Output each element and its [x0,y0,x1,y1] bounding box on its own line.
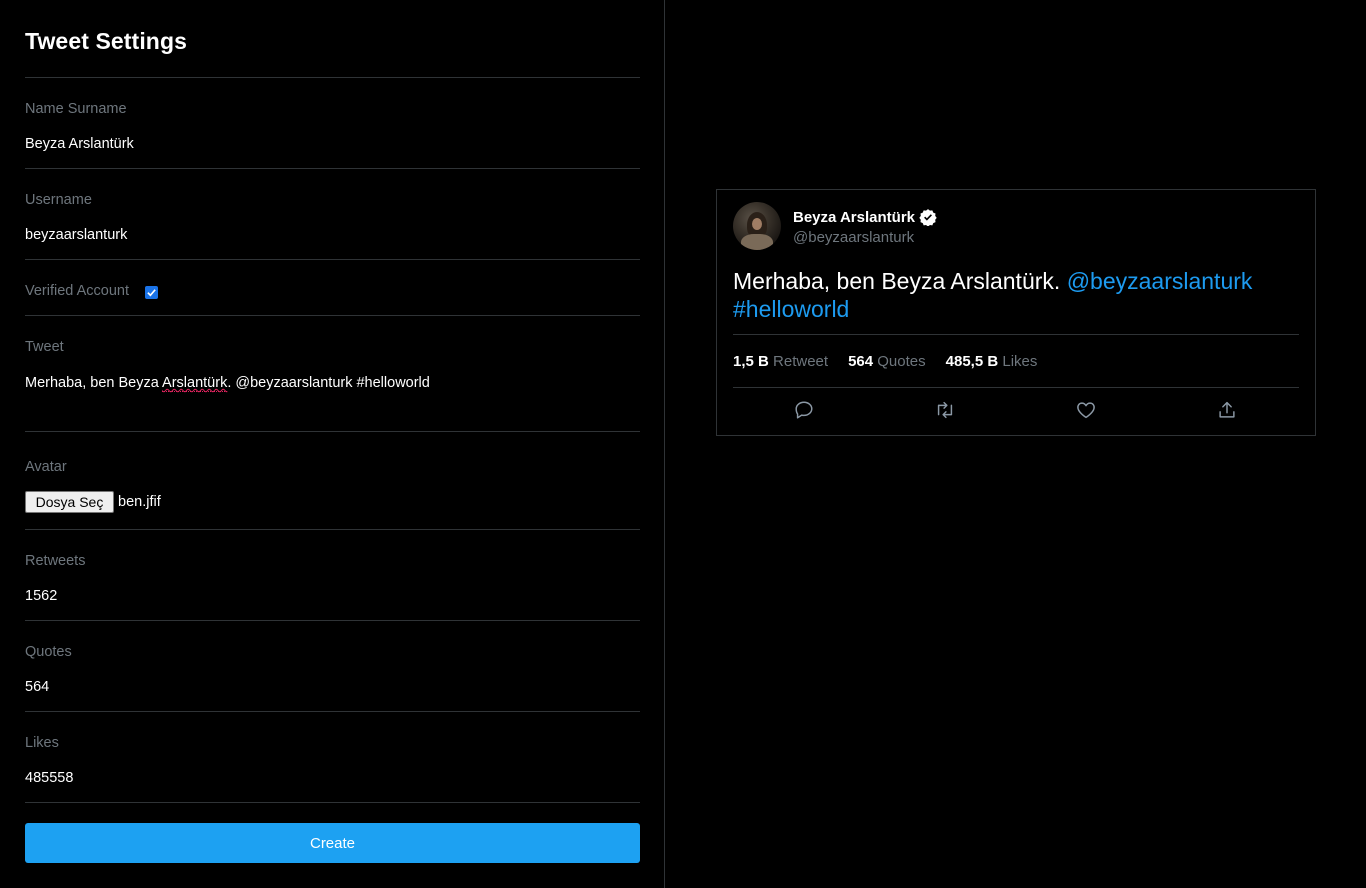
tweet-text: Merhaba, ben Beyza Arslantürk. @beyzaars… [733,267,1293,323]
retweet-button[interactable] [934,399,958,423]
choose-file-button[interactable]: Dosya Seç [25,491,114,513]
likes-count: 485,5 B [945,353,999,370]
divider [25,315,640,316]
divider [25,168,640,169]
username-input[interactable]: beyzaarslanturk [25,227,127,243]
divider [733,334,1299,335]
avatar-body [741,234,773,250]
divider [733,387,1299,388]
retweet-count: 1,5 B [733,353,769,370]
tweet-stats: 1,5 B Retweet 564 Quotes 485,5 B Likes [733,353,1057,370]
reply-button[interactable] [793,399,817,423]
heart-icon [1077,402,1095,419]
hashtag-link[interactable]: #helloworld [733,296,849,322]
share-button[interactable] [1216,399,1240,423]
quotes-input[interactable]: 564 [25,679,49,695]
divider [25,259,640,260]
settings-title: Tweet Settings [25,28,187,54]
verified-account-label: Verified Account [25,283,129,299]
divider [25,620,640,621]
quotes-label: Quotes [25,644,72,660]
divider [25,77,640,78]
retweet-icon [937,401,953,419]
likes-input[interactable]: 485558 [25,770,73,786]
divider [25,431,640,432]
name-surname-input[interactable]: Beyza Arslantürk [25,136,134,152]
retweets-input[interactable]: 1562 [25,588,57,604]
tweet-preview-card: Beyza Arslantürk @beyzaarslanturk Merhab… [716,189,1316,436]
tweet-text-plain: Merhaba, ben Beyza Arslantürk. [733,268,1067,294]
create-button[interactable]: Create [25,823,640,863]
username-label: Username [25,192,92,208]
avatar [733,202,781,250]
tweet-author-name: Beyza Arslantürk [793,208,937,226]
verified-badge-icon [919,209,937,226]
quotes-stat[interactable]: 564 Quotes [848,353,926,370]
verified-account-checkbox[interactable] [145,286,158,299]
share-icon [1219,401,1235,418]
retweet-stat-label: Retweet [773,353,829,370]
tweet-label: Tweet [25,339,64,355]
name-surname-label: Name Surname [25,101,127,117]
reply-icon [795,401,813,419]
divider [25,802,640,803]
mention-link[interactable]: @beyzaarslanturk [1067,268,1253,294]
checkmark-icon [147,289,156,297]
quotes-stat-label: Quotes [877,353,926,370]
quotes-count: 564 [848,353,874,370]
tweet-text-part: . @beyzaarslanturk #helloworld [227,375,430,391]
likes-stat-label: Likes [1002,353,1038,370]
retweet-stat[interactable]: 1,5 B Retweet [733,353,828,370]
misspelled-word: Arslantürk [162,375,228,392]
retweets-label: Retweets [25,553,86,569]
like-button[interactable] [1075,399,1099,423]
tweet-textarea[interactable]: Merhaba, ben Beyza Arslantürk. @beyzaars… [25,375,635,392]
divider [25,529,640,530]
avatar-label: Avatar [25,459,67,475]
author-name-text: Beyza Arslantürk [793,208,915,226]
tweet-settings-panel: Tweet Settings Name Surname Beyza Arslan… [0,0,665,888]
tweet-text-part: Merhaba, ben Beyza [25,375,163,391]
likes-label: Likes [25,735,59,751]
likes-stat[interactable]: 485,5 B Likes [946,353,1038,370]
selected-file-name: ben.jfif [118,494,161,510]
avatar-face [752,218,762,230]
tweet-author-handle: @beyzaarslanturk [793,229,915,246]
divider [25,711,640,712]
